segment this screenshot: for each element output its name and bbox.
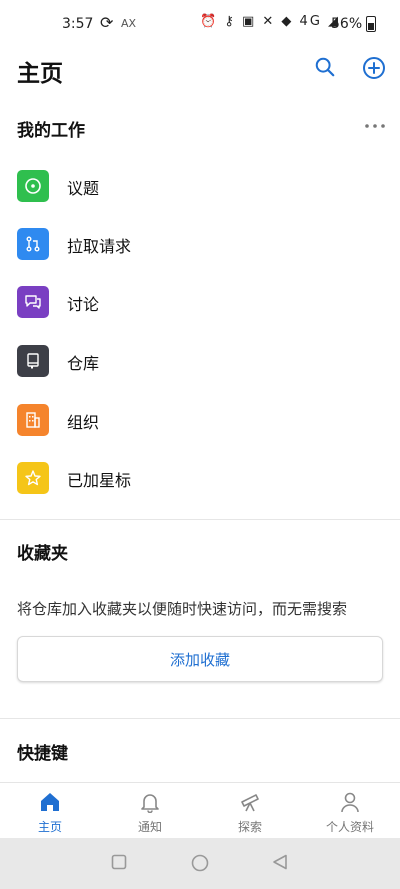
work-item-organizations[interactable]: 组织 [0, 395, 400, 445]
work-item-label: 仓库 [67, 354, 100, 373]
tab-label: 探索 [237, 820, 262, 834]
tab-notifications[interactable]: 通知 [100, 783, 200, 839]
issue-icon [17, 170, 49, 202]
work-item-issues[interactable]: 议题 [0, 161, 400, 211]
tab-explore[interactable]: 探索 [200, 783, 300, 839]
work-item-pull-requests[interactable]: 拉取请求 [0, 219, 400, 269]
search-icon[interactable] [314, 56, 336, 78]
section-divider [0, 519, 400, 520]
app-header: 主页 [0, 50, 400, 90]
work-item-label: 已加星标 [67, 471, 132, 490]
shortcuts-heading: 快捷键 [17, 744, 68, 764]
work-item-discussions[interactable]: 讨论 [0, 277, 400, 327]
recents-icon[interactable] [111, 854, 127, 870]
organization-icon [17, 404, 49, 436]
home-icon [41, 793, 59, 811]
person-icon [341, 792, 359, 813]
telescope-icon [241, 794, 259, 812]
work-item-label: 议题 [67, 179, 100, 198]
repository-icon [17, 345, 49, 377]
bottom-navigation: 主页 通知 探索 个人资料 [0, 782, 400, 839]
back-icon[interactable] [272, 854, 288, 870]
more-horizontal-icon[interactable] [364, 116, 386, 136]
tab-profile[interactable]: 个人资料 [300, 783, 400, 839]
home-circle-icon[interactable] [191, 854, 209, 872]
bell-icon [141, 794, 159, 813]
pull-request-icon [17, 228, 49, 260]
carrier-tag: AX [121, 17, 137, 30]
battery-icon [366, 16, 376, 32]
tab-label: 主页 [37, 820, 62, 834]
tab-home[interactable]: 主页 [0, 783, 100, 839]
add-circle-icon[interactable] [362, 56, 386, 80]
favorites-heading: 收藏夹 [17, 544, 68, 564]
my-work-heading: 我的工作 [17, 121, 85, 141]
tab-label: 个人资料 [325, 820, 374, 834]
battery-percent: 56% [331, 16, 363, 32]
section-divider [0, 718, 400, 719]
discussion-icon [17, 286, 49, 318]
work-item-label: 拉取请求 [67, 237, 132, 256]
page-title: 主页 [17, 61, 63, 87]
work-item-starred[interactable]: 已加星标 [0, 453, 400, 503]
work-item-label: 组织 [67, 413, 100, 432]
favorites-description: 将仓库加入收藏夹以便随时快速访问，而无需搜索 [17, 600, 348, 618]
work-item-repositories[interactable]: 仓库 [0, 336, 400, 386]
work-item-label: 讨论 [67, 295, 100, 314]
system-navigation-bar [0, 838, 400, 889]
status-time: 3:57 [62, 16, 94, 32]
star-icon [17, 462, 49, 494]
sync-icon: ⟳ [100, 13, 114, 32]
status-indicator-icons: ⏰ ⚷ ▣ ✕ ◆ 4G ◢ [200, 14, 341, 29]
status-bar: 3:57 ⟳ AX ⏰ ⚷ ▣ ✕ ◆ 4G ◢ 56% [0, 0, 400, 50]
tab-label: 通知 [137, 820, 162, 834]
add-favorite-button[interactable]: 添加收藏 [17, 636, 383, 682]
